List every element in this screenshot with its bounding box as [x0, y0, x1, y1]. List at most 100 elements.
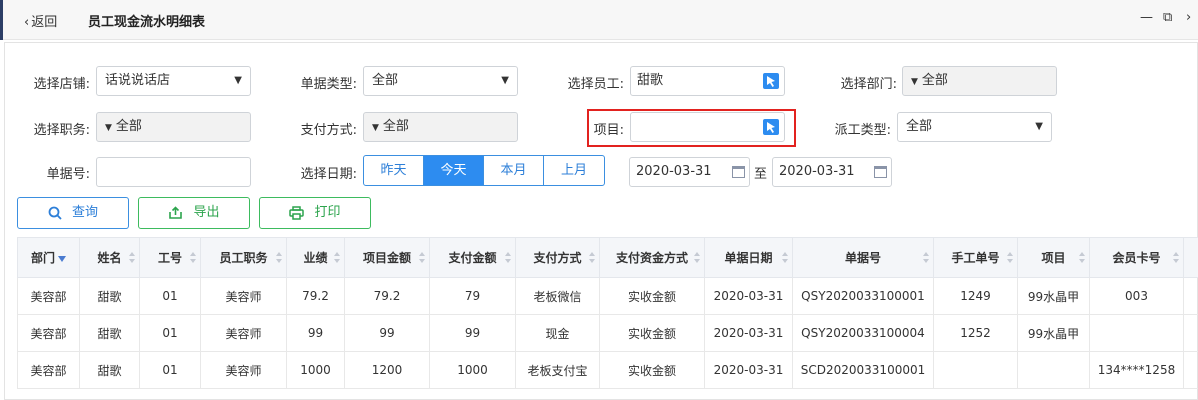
column-header[interactable]: 支付金额 [429, 237, 516, 278]
dept-multiselect[interactable]: ▼ 全部 [902, 66, 1057, 96]
column-header[interactable]: 业绩 [286, 237, 345, 278]
close-icon[interactable]: › [1186, 10, 1191, 25]
highlight-box [587, 109, 796, 147]
table-cell: 实收金额 [599, 314, 705, 352]
sort-icon[interactable] [782, 252, 788, 264]
date-tab-today[interactable]: 今天 [424, 156, 484, 185]
pointer-picker-icon[interactable] [762, 72, 780, 90]
chevron-left-icon: ‹ [24, 15, 30, 30]
title-bar: ‹ 返回 员工现金流水明细表 — ⧉ › [0, 0, 1198, 40]
doc-no-input[interactable] [96, 157, 251, 187]
table-cell: 甜歌 [79, 314, 140, 352]
sort-icon[interactable] [276, 252, 282, 264]
doc-type-select[interactable]: 全部 ▼ [363, 66, 518, 96]
date-label: 选择日期: [300, 167, 357, 182]
table-cell-overflow [1183, 314, 1198, 352]
search-icon [48, 206, 62, 220]
print-button[interactable]: 打印 [259, 197, 371, 229]
store-value: 话说说话店 [105, 73, 171, 88]
table-cell: 老板支付宝 [515, 351, 600, 389]
sort-icon[interactable] [1173, 252, 1179, 264]
print-label: 打印 [314, 205, 341, 220]
pay-method-label: 支付方式: [300, 123, 357, 138]
sort-icon[interactable] [334, 252, 340, 264]
table-cell: 2020-03-31 [704, 277, 793, 315]
query-button[interactable]: 查询 [17, 197, 129, 229]
date-tab-yesterday[interactable]: 昨天 [364, 156, 424, 185]
caret-down-icon: ▼ [372, 123, 379, 133]
calendar-icon[interactable] [732, 166, 745, 178]
column-header[interactable]: 单据号 [792, 237, 934, 278]
table-cell: 1000 [429, 351, 516, 389]
calendar-icon[interactable] [874, 166, 887, 178]
table-cell: 甜歌 [79, 351, 140, 389]
table-cell: 79.2 [286, 277, 345, 315]
column-header[interactable]: 工号 [139, 237, 201, 278]
column-header[interactable]: 员工职务 [200, 237, 287, 278]
table-cell: 99 [429, 314, 516, 352]
date-to-input[interactable]: 2020-03-31 [772, 157, 892, 187]
sort-icon[interactable] [190, 252, 196, 264]
dispatch-select[interactable]: 全部 ▼ [897, 112, 1052, 142]
column-header[interactable]: 支付资金方式 [599, 237, 705, 278]
date-from-input[interactable]: 2020-03-31 [629, 157, 750, 187]
sort-icon[interactable] [1007, 252, 1013, 264]
table-cell: 2020-03-31 [704, 314, 793, 352]
column-header[interactable]: 项目金额 [344, 237, 430, 278]
column-header[interactable]: 单据日期 [704, 237, 793, 278]
table-cell: SCD2020033100001 [792, 351, 934, 389]
doc-type-label: 单据类型: [300, 77, 357, 92]
minimize-icon[interactable]: — [1140, 10, 1153, 25]
dept-label: 选择部门: [840, 77, 897, 92]
date-range-tabs: 昨天 今天 本月 上月 [363, 155, 605, 186]
store-label: 选择店铺: [33, 77, 90, 92]
caret-down-icon: ▼ [911, 77, 918, 87]
back-label: 返回 [31, 15, 58, 30]
caret-down-icon: ▼ [1035, 121, 1043, 132]
table-row[interactable]: 美容部 甜歌 01 美容师 1000 1200 1000 老板支付宝 实收金额 … [17, 351, 1198, 389]
table-row[interactable]: 美容部 甜歌 01 美容师 79.2 79.2 79 老板微信 实收金额 202… [17, 277, 1198, 315]
sort-desc-icon[interactable] [58, 255, 66, 262]
employee-label: 选择员工: [567, 77, 624, 92]
date-tab-last-month[interactable]: 上月 [544, 156, 604, 185]
date-from-value: 2020-03-31 [636, 164, 712, 179]
caret-down-icon: ▼ [105, 123, 112, 133]
table-cell: 1249 [933, 277, 1018, 315]
query-label: 查询 [71, 205, 98, 220]
sort-icon[interactable] [694, 252, 700, 264]
table-cell: QSY2020033100001 [792, 277, 934, 315]
sort-icon[interactable] [129, 252, 135, 264]
table-cell: 实收金额 [599, 277, 705, 315]
sort-icon[interactable] [589, 252, 595, 264]
caret-down-icon: ▼ [501, 75, 509, 86]
pay-method-multiselect[interactable]: ▼ 全部 [363, 112, 518, 142]
sort-icon[interactable] [1079, 252, 1085, 264]
date-tab-this-month[interactable]: 本月 [484, 156, 544, 185]
employee-field[interactable]: 甜歌 [630, 66, 785, 96]
column-header[interactable]: 会员卡号 [1089, 237, 1184, 278]
sort-icon[interactable] [505, 252, 511, 264]
caret-down-icon: ▼ [234, 75, 242, 86]
sort-icon[interactable] [923, 252, 929, 264]
export-button[interactable]: 导出 [138, 197, 250, 229]
sort-icon[interactable] [419, 252, 425, 264]
column-header[interactable]: 姓名 [79, 237, 140, 278]
table-cell [1089, 314, 1184, 352]
column-header[interactable]: 部门 [17, 237, 80, 278]
export-label: 导出 [193, 205, 220, 220]
table-cell: 美容师 [200, 351, 287, 389]
position-multiselect[interactable]: ▼ 全部 [96, 112, 251, 142]
back-button[interactable]: ‹ 返回 [24, 11, 57, 30]
table-cell: 003 [1089, 277, 1184, 315]
dept-value: 全部 [921, 73, 948, 88]
restore-icon[interactable]: ⧉ [1163, 10, 1172, 25]
column-header[interactable]: 项目 [1017, 237, 1090, 278]
column-header[interactable]: 手工单号 [933, 237, 1018, 278]
employee-value: 甜歌 [637, 73, 664, 88]
table-row[interactable]: 美容部 甜歌 01 美容师 99 99 99 现金 实收金额 2020-03-3… [17, 314, 1198, 352]
column-header[interactable]: 支付方式 [515, 237, 600, 278]
table-cell: 美容部 [17, 277, 80, 315]
table-cell: 99水晶甲 [1017, 314, 1090, 352]
window-edge-accent [0, 0, 3, 40]
store-select[interactable]: 话说说话店 ▼ [96, 66, 251, 96]
